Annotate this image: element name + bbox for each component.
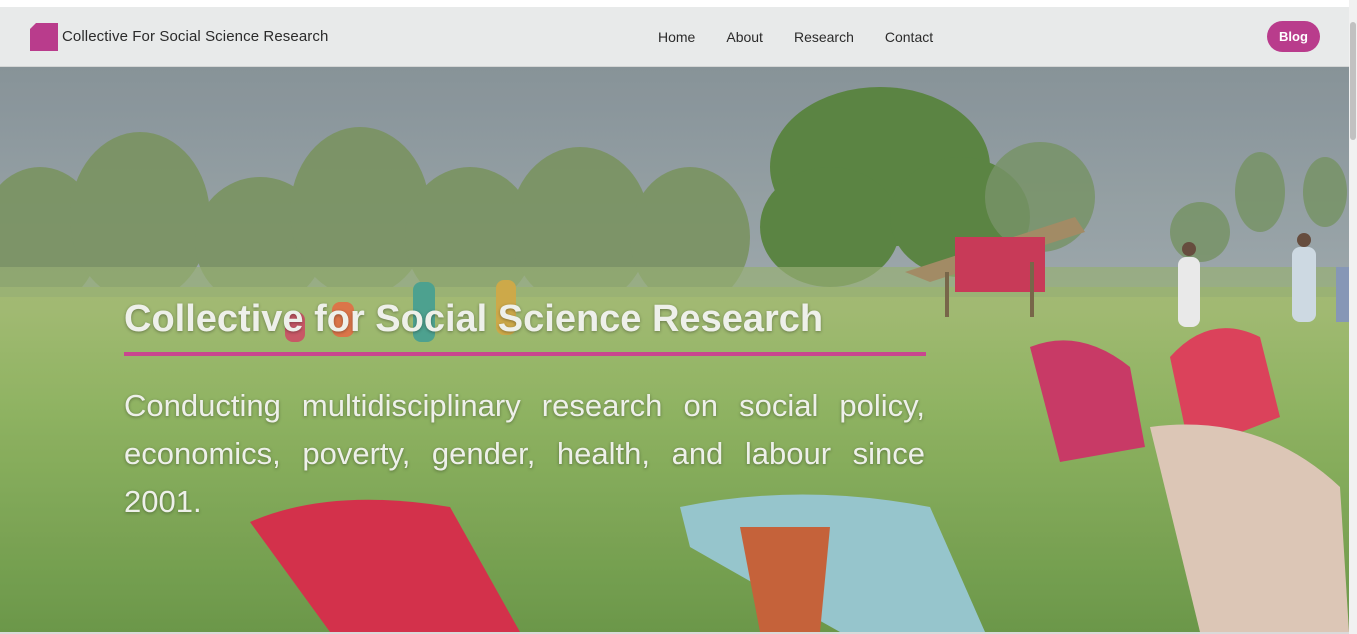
nav-about-link[interactable]: About <box>726 29 763 45</box>
navbar: Collective For Social Science Research H… <box>0 7 1349 67</box>
nav-research-link[interactable]: Research <box>794 29 854 45</box>
magenta-square-logo-icon[interactable] <box>30 23 58 51</box>
blog-button[interactable]: Blog <box>1267 21 1320 52</box>
hero-title: Collective for Social Science Research <box>124 298 824 340</box>
hero-overlay <box>0 67 1349 632</box>
hero-description: Conducting multidisciplinary research on… <box>124 388 925 519</box>
hero-title-underline <box>124 352 926 356</box>
window-top-edge <box>0 0 1357 7</box>
site-brand-name[interactable]: Collective For Social Science Research <box>62 28 328 45</box>
nav-home-link[interactable]: Home <box>658 29 695 45</box>
nav-contact-link[interactable]: Contact <box>885 29 933 45</box>
hero-section: Collective for Social Science Research C… <box>0 67 1349 632</box>
scrollbar-thumb[interactable] <box>1350 22 1356 140</box>
main-nav: Home About Research Contact <box>658 29 933 45</box>
